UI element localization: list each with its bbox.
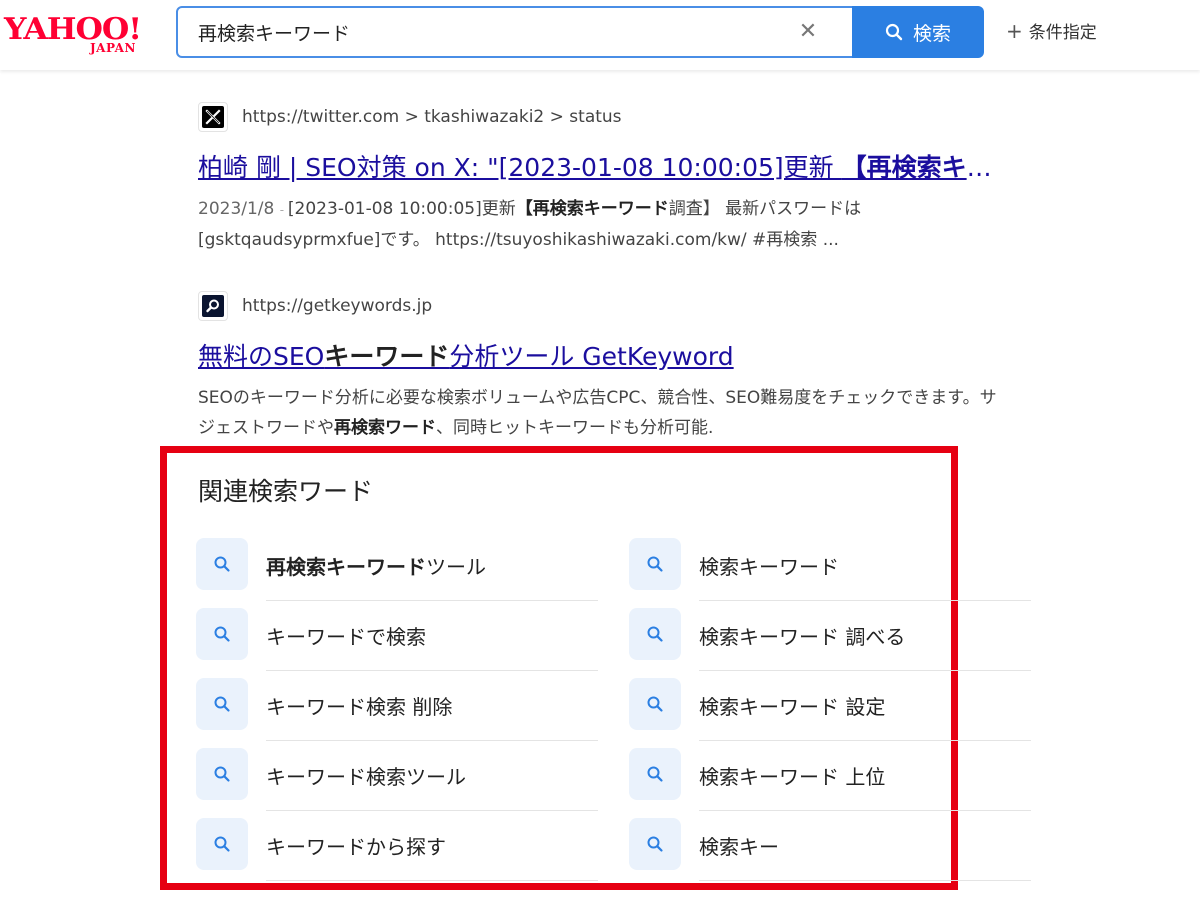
related-search-item[interactable]: 検索キーワード 調べる (629, 608, 1031, 678)
yahoo-logo[interactable]: YAHOO! JAPAN (4, 12, 154, 58)
search-icon (196, 748, 248, 800)
result-title-link[interactable]: 無料のSEOキーワード分析ツール GetKeyword (198, 337, 1006, 373)
plus-icon: + (1006, 18, 1023, 43)
divider (699, 600, 1031, 601)
magnifier-logo-icon (198, 291, 228, 321)
related-search-item[interactable]: キーワード検索 削除 (196, 678, 598, 748)
related-search-label: 検索キーワード 調べる (699, 621, 905, 650)
search-input[interactable] (198, 16, 758, 48)
search-icon (196, 818, 248, 870)
related-search-label: 検索キーワード 設定 (699, 691, 885, 720)
search-icon (196, 538, 248, 590)
divider (266, 810, 598, 811)
divider (266, 670, 598, 671)
related-search-item[interactable]: 再検索キーワードツール (196, 538, 598, 608)
text-segment: 、同時ヒットキーワードも分析可能. (436, 418, 714, 438)
result-url-text: https://getkeywords.jp (242, 296, 433, 316)
related-search-label: 検索キーワード 上位 (699, 761, 885, 790)
text-segment: [2023-01-08 10:00:05]更新 (287, 199, 516, 219)
result-date: 2023/1/8 (198, 199, 275, 219)
label-text: キーワードで検索 (266, 625, 426, 649)
label-text: 検索キーワード 上位 (699, 765, 886, 789)
search-icon (196, 678, 248, 730)
search-icon (629, 678, 681, 730)
related-search-label: キーワードから探す (266, 831, 446, 860)
label-text: ツール (426, 555, 486, 579)
search-button-label: 検索 (912, 22, 951, 45)
related-search-label: 再検索キーワードツール (266, 551, 486, 580)
divider (699, 810, 1031, 811)
result-url[interactable]: https://twitter.com > tkashiwazaki2 > st… (198, 102, 1018, 132)
search-result: https://twitter.com > tkashiwazaki2 > st… (198, 102, 1018, 255)
highlighted-term: 再検索ワード (334, 418, 436, 438)
related-search-item[interactable]: キーワード検索ツール (196, 748, 598, 818)
related-search-item[interactable]: 検索キーワード (629, 538, 1031, 608)
label-text: 検索キー (699, 835, 779, 859)
highlighted-term: 【再検索キーワード (515, 199, 669, 219)
related-search-label: キーワード検索ツール (266, 761, 466, 790)
divider (266, 740, 598, 741)
related-search-label: キーワード検索 削除 (266, 691, 452, 720)
condition-label: 条件指定 (1028, 23, 1097, 43)
related-search-item[interactable]: キーワードから探す (196, 818, 598, 888)
related-search-label: 検索キー (699, 831, 779, 860)
label-text: キーワード検索 削除 (266, 695, 453, 719)
result-url[interactable]: https://getkeywords.jp (198, 291, 1018, 321)
result-snippet: SEOのキーワード分析に必要な検索ボリュームや広告CPC、競合性、SEO難易度を… (198, 383, 1008, 443)
search-icon (629, 608, 681, 660)
search-icon (629, 538, 681, 590)
label-text: キーワード検索ツール (266, 765, 466, 789)
search-icon (629, 748, 681, 800)
related-searches-title: 関連検索ワード (198, 477, 374, 506)
related-search-label: キーワードで検索 (266, 621, 426, 650)
related-search-item[interactable]: 検索キー (629, 818, 1031, 888)
label-text: 検索キーワード 調べる (699, 625, 906, 649)
x-logo-icon (198, 102, 228, 132)
search-icon (196, 608, 248, 660)
highlighted-term: 再検索キーワード (266, 555, 426, 579)
header: YAHOO! JAPAN ✕ 検索 + 条件指定 (0, 0, 1200, 70)
clear-button[interactable]: ✕ (790, 14, 826, 50)
search-icon (629, 818, 681, 870)
search-box: ✕ 検索 (176, 6, 984, 58)
related-search-label: 検索キーワード (699, 551, 839, 580)
label-text: 検索キーワード 設定 (699, 695, 886, 719)
condition-button[interactable]: + 条件指定 (1006, 18, 1097, 44)
result-snippet: 2023/1/8 - [2023-01-08 10:00:05]更新【再検索キー… (198, 199, 862, 250)
result-url-text: https://twitter.com > tkashiwazaki2 > st… (242, 107, 622, 127)
related-search-item[interactable]: 検索キーワード 設定 (629, 678, 1031, 748)
close-icon: ✕ (798, 19, 818, 44)
result-snippet-text: [2023-01-08 10:00:05]更新【再検索キーワード調査】 最新パス… (198, 199, 861, 250)
text-segment: 分析ツール GetKeyword (449, 342, 734, 371)
divider (266, 880, 598, 881)
search-result: https://getkeywords.jp 無料のSEOキーワード分析ツール … (198, 291, 1018, 443)
logo-sub-text: JAPAN (90, 41, 136, 55)
highlighted-term: キーワード (324, 342, 450, 371)
divider (266, 600, 598, 601)
result-title-link[interactable]: 柏崎 剛 | SEO対策 on X: "[2023-01-08 10:00:05… (198, 148, 1006, 184)
divider (699, 670, 1031, 671)
result-snippet-text: SEOのキーワード分析に必要な検索ボリュームや広告CPC、競合性、SEO難易度を… (198, 388, 997, 438)
search-icon (885, 23, 903, 41)
label-text: 検索キーワード (699, 555, 839, 579)
title-segment: 柏崎 剛 | SEO対策 on X: "[2023-01-08 10:00:05… (198, 153, 842, 182)
search-button[interactable]: 検索 (852, 6, 984, 58)
related-search-item[interactable]: 検索キーワード 上位 (629, 748, 1031, 818)
highlighted-term: 【再検索キーワード調査】 (841, 153, 1006, 182)
label-text: キーワードから探す (266, 835, 446, 859)
divider (699, 880, 1031, 881)
related-search-item[interactable]: キーワードで検索 (196, 608, 598, 678)
divider (699, 740, 1031, 741)
text-segment: 無料のSEO (198, 342, 325, 371)
